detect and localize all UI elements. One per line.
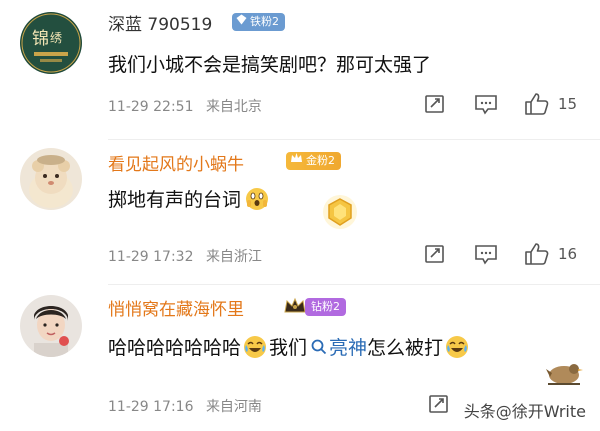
share-icon bbox=[425, 95, 444, 113]
share-button[interactable] bbox=[424, 243, 446, 265]
svg-text:绣: 绣 bbox=[50, 31, 62, 45]
comment-location: 来自北京 bbox=[205, 99, 262, 115]
comment-meta: 11-29 17:16 来自河南 bbox=[108, 396, 262, 416]
comment-button[interactable] bbox=[474, 243, 498, 265]
gold-sticker-icon bbox=[322, 194, 358, 234]
comment-icon bbox=[475, 245, 497, 265]
comment-text: 我们小城不会是搞笑剧吧？那可太强了 bbox=[108, 50, 431, 77]
like-button[interactable]: 15 bbox=[524, 92, 577, 116]
username[interactable]: 看见起风的小蜗牛 bbox=[108, 150, 244, 175]
bird-sticker-icon bbox=[544, 355, 584, 391]
comment-text: 掷地有声的台词 bbox=[108, 185, 271, 212]
comment-text: 哈哈哈哈哈哈哈 我们 亮神 怎么被打 bbox=[108, 333, 471, 360]
user-avatar[interactable] bbox=[20, 295, 82, 357]
user-avatar[interactable] bbox=[20, 148, 82, 210]
topic-link-label: 亮神 bbox=[329, 337, 368, 359]
comment-button[interactable] bbox=[474, 93, 498, 115]
comment-text-content: 哈哈哈哈哈哈哈 bbox=[108, 337, 242, 359]
comment-location: 来自河南 bbox=[205, 399, 262, 415]
comment-icon bbox=[475, 95, 497, 115]
search-icon bbox=[311, 339, 327, 354]
badge-label: 钻粉2 bbox=[311, 300, 340, 313]
comment-text-content: 我们小城不会是搞笑剧吧？那可太强了 bbox=[108, 54, 432, 76]
like-count: 15 bbox=[558, 95, 578, 113]
comment-text-content: 掷地有声的台词 bbox=[108, 189, 242, 211]
comment-meta: 11-29 22:51 来自北京 bbox=[108, 96, 262, 116]
watermark: 头条@徐开Write bbox=[459, 397, 590, 423]
laugh-cry-emoji-icon bbox=[445, 335, 469, 359]
comment-location: 来自浙江 bbox=[205, 249, 262, 265]
fan-badge[interactable]: 钻粉2 bbox=[305, 298, 346, 316]
share-button[interactable] bbox=[428, 393, 450, 415]
topic-link[interactable]: 亮神 bbox=[307, 333, 367, 360]
crown-icon bbox=[284, 297, 306, 319]
fan-badge[interactable]: 金粉2 bbox=[286, 152, 341, 170]
svg-text:锦: 锦 bbox=[32, 29, 49, 49]
badge-label: 铁粉2 bbox=[250, 15, 279, 28]
user-avatar[interactable]: 锦 绣 bbox=[20, 12, 82, 74]
thumbs-up-icon bbox=[525, 93, 549, 115]
share-icon bbox=[429, 395, 448, 413]
like-count: 16 bbox=[558, 245, 578, 263]
username[interactable]: 悄悄窝在藏海怀里 bbox=[108, 295, 244, 320]
badge-label: 金粉2 bbox=[306, 154, 335, 167]
crown-icon bbox=[290, 152, 303, 170]
thumbs-up-icon bbox=[525, 243, 549, 265]
like-button[interactable]: 16 bbox=[524, 242, 577, 266]
share-button[interactable] bbox=[424, 93, 446, 115]
scared-face-emoji-icon bbox=[245, 187, 269, 211]
comment-2: 看见起风的小蜗牛 金粉2 掷地有声的台词 11-29 17:32 来自浙江 16 bbox=[0, 140, 600, 285]
comment-meta: 11-29 17:32 来自浙江 bbox=[108, 246, 262, 266]
comment-1: 锦 绣 深蓝 790519 铁粉2 我们小城不会是搞笑剧吧？那可太强了 11-2… bbox=[0, 0, 600, 140]
laugh-cry-emoji-icon bbox=[243, 335, 267, 359]
username[interactable]: 深蓝 790519 bbox=[108, 10, 212, 35]
comment-date: 11-29 17:16 bbox=[108, 399, 194, 415]
comment-text-content: 怎么被打 bbox=[367, 337, 444, 359]
share-icon bbox=[425, 245, 444, 263]
diamond-icon bbox=[236, 13, 247, 31]
comment-date: 11-29 22:51 bbox=[108, 99, 194, 115]
comment-text-content: 我们 bbox=[269, 337, 308, 359]
comment-date: 11-29 17:32 bbox=[108, 249, 194, 265]
fan-badge[interactable]: 铁粉2 bbox=[232, 13, 285, 31]
